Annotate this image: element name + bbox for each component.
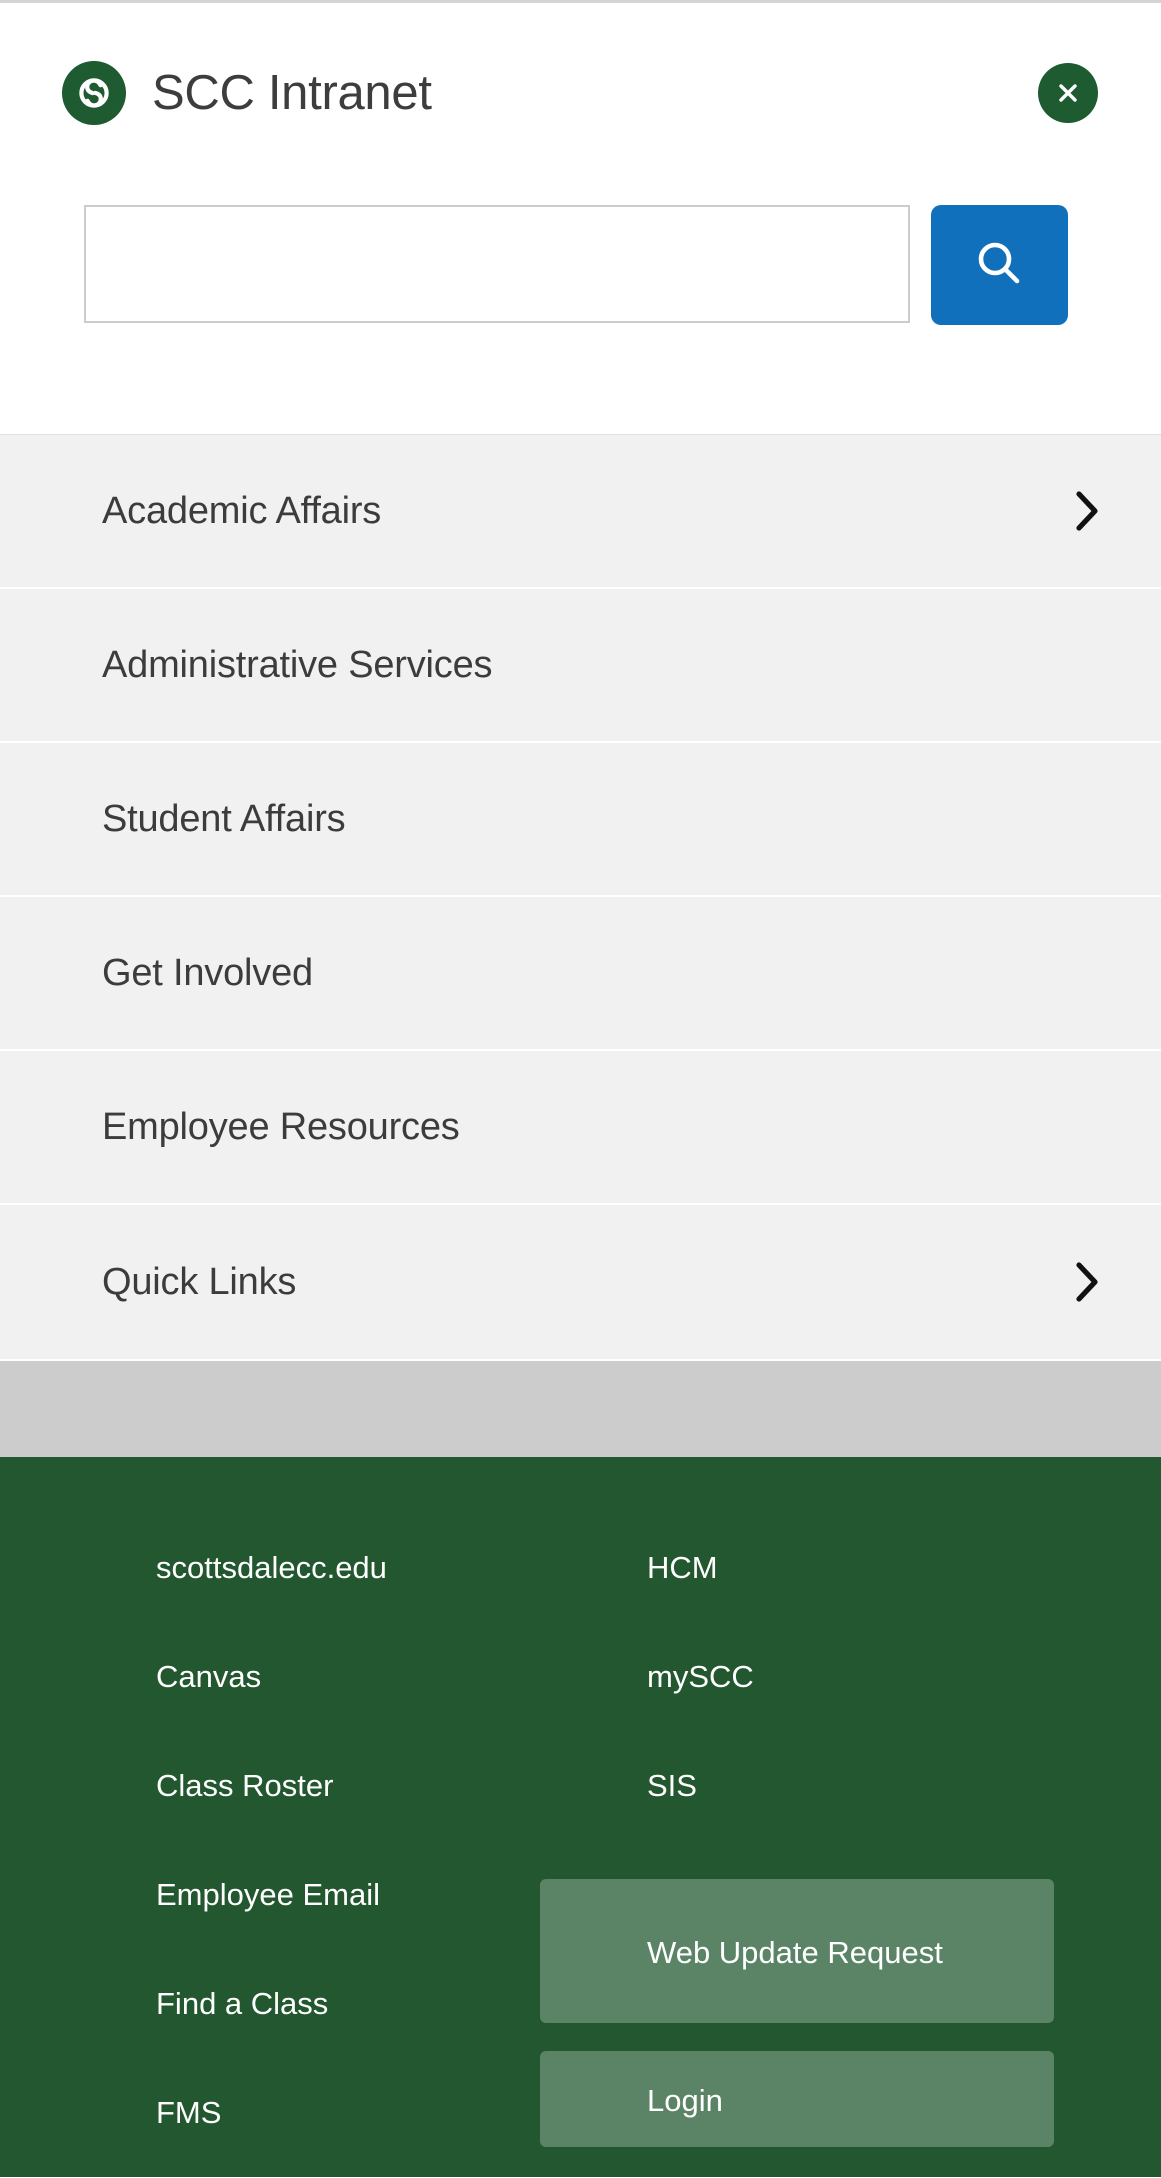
chevron-right-icon (1063, 1258, 1111, 1306)
footer-link-myscc[interactable]: mySCC (647, 1661, 1101, 1692)
close-button[interactable] (1038, 63, 1098, 123)
search-input[interactable] (84, 205, 910, 323)
web-update-request-button[interactable]: Web Update Request (540, 1879, 1054, 2023)
footer-link-hcm[interactable]: HCM (647, 1552, 1101, 1583)
chevron-right-icon (1063, 487, 1111, 535)
sidebar-item-quick-links[interactable]: Quick Links (0, 1205, 1161, 1359)
sidebar-item-label: Employee Resources (102, 1106, 460, 1148)
footer-link-canvas[interactable]: Canvas (156, 1661, 540, 1692)
panel-header: SCC Intranet (0, 3, 1161, 434)
sidebar-item-get-involved[interactable]: Get Involved (0, 897, 1161, 1051)
footer-link-employee-email[interactable]: Employee Email (156, 1879, 540, 1910)
close-x-icon (1053, 78, 1083, 108)
page-title: SCC Intranet (152, 65, 432, 120)
footer-column-right: HCM mySCC SIS Web Update Request Login (540, 1457, 1161, 2177)
main-nav-list: Academic Affairs Administrative Services… (0, 434, 1161, 1359)
sidebar-item-label: Student Affairs (102, 798, 346, 840)
sidebar-item-administrative-services[interactable]: Administrative Services (0, 589, 1161, 743)
divider-band (0, 1359, 1161, 1457)
sidebar-item-employee-resources[interactable]: Employee Resources (0, 1051, 1161, 1205)
brand-row: SCC Intranet (0, 3, 1161, 125)
search-button[interactable] (931, 205, 1068, 325)
login-button[interactable]: Login (540, 2051, 1054, 2147)
sidebar-item-academic-affairs[interactable]: Academic Affairs (0, 435, 1161, 589)
footer-column-left: scottsdalecc.edu Canvas Class Roster Emp… (0, 1457, 540, 2177)
sidebar-item-label: Get Involved (102, 952, 313, 994)
footer-link-sis[interactable]: SIS (647, 1770, 1101, 1801)
sidebar-item-label: Quick Links (102, 1261, 297, 1303)
sidebar-item-label: Administrative Services (102, 644, 493, 686)
footer-link-class-roster[interactable]: Class Roster (156, 1770, 540, 1801)
scc-s-logo-icon (62, 61, 126, 125)
sidebar-item-student-affairs[interactable]: Student Affairs (0, 743, 1161, 897)
intranet-menu-panel: SCC Intranet Academic Affairs Administra… (0, 0, 1161, 2178)
footer-link-find-a-class[interactable]: Find a Class (156, 1988, 540, 2019)
search-row (0, 125, 1161, 325)
footer-link-fms[interactable]: FMS (156, 2097, 540, 2128)
sidebar-item-label: Academic Affairs (102, 490, 382, 532)
search-magnifier-icon (968, 233, 1032, 297)
footer-link-scottsdalecc[interactable]: scottsdalecc.edu (156, 1552, 540, 1583)
footer-links-panel: scottsdalecc.edu Canvas Class Roster Emp… (0, 1457, 1161, 2177)
